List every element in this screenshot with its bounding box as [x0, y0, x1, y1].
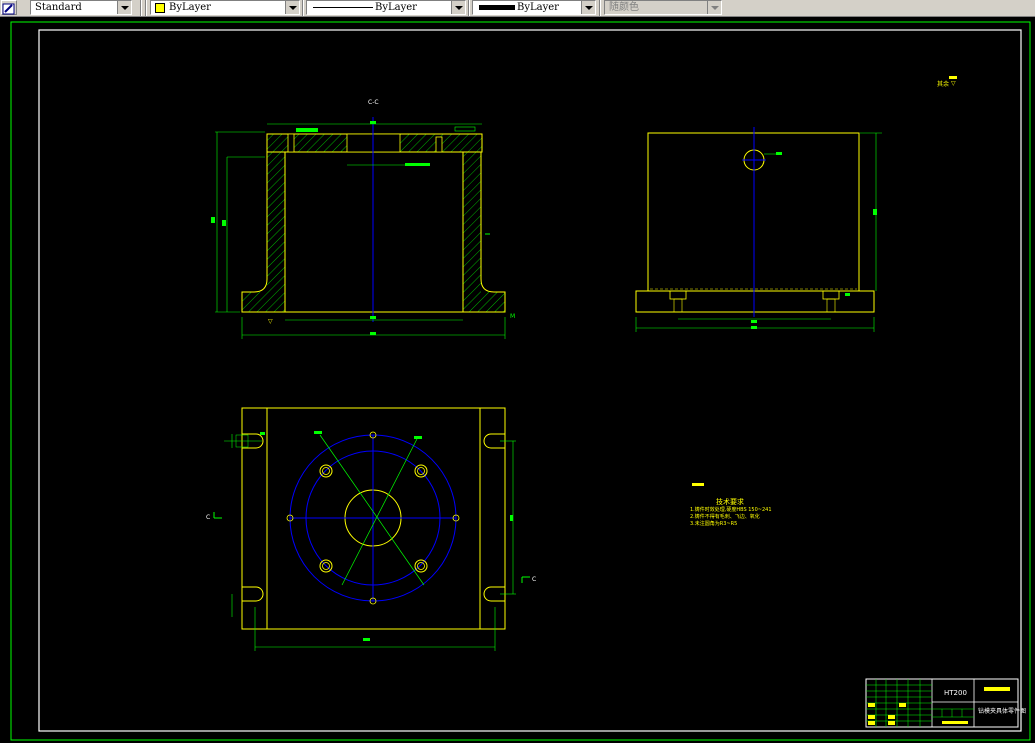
- chevron-down-icon[interactable]: [581, 1, 595, 14]
- text-style-select[interactable]: Standard: [30, 0, 132, 15]
- inner-frame: [38, 29, 1022, 732]
- title-block-part-name: 钻模夹具体零件图: [978, 708, 1027, 715]
- toolbar-separator: [140, 0, 142, 16]
- toolbar-separator: [468, 0, 470, 16]
- roughness-label: 其余: [937, 81, 950, 88]
- front-section-view: M ▽: [211, 117, 515, 339]
- technical-requirements-title: 技术要求: [716, 498, 744, 506]
- properties-toolbar: Standard ByLayer ByLayer ByLayer 随颜色: [0, 0, 1035, 17]
- plot-style-select[interactable]: 随颜色: [604, 0, 722, 15]
- lineweight-control-select[interactable]: ByLayer: [472, 0, 596, 15]
- outer-frame: [10, 21, 1031, 741]
- plot-style-value: 随颜色: [609, 2, 639, 13]
- chevron-down-icon[interactable]: [707, 1, 721, 14]
- color-control-value: ByLayer: [169, 2, 211, 13]
- drawing-svg[interactable]: M ▽: [0, 17, 1035, 743]
- toolbar-separator: [302, 0, 304, 16]
- technical-requirement-item: 3.未注圆角为R3~R5: [690, 521, 738, 527]
- text-style-icon[interactable]: [1, 0, 17, 15]
- layer-color-swatch: [155, 3, 165, 13]
- drawing-canvas[interactable]: M ▽ C-C 其余 ▽ C C 技术要求 1.铸件时效处理,硬度HBS 150…: [0, 17, 1035, 743]
- chevron-down-icon[interactable]: [285, 1, 299, 14]
- lineweight-sample: [479, 5, 515, 10]
- plan-view: [213, 407, 530, 651]
- toolbar-separator: [145, 0, 147, 16]
- linetype-control-select[interactable]: ByLayer: [306, 0, 466, 15]
- roughness-icon: ▽: [951, 80, 956, 87]
- text-style-value: Standard: [35, 2, 82, 13]
- linetype-control-value: ByLayer: [375, 2, 417, 13]
- toolbar-separator: [599, 0, 601, 16]
- notes-marker: [692, 483, 704, 486]
- roughness-value: [949, 76, 957, 79]
- technical-requirement-item: 2.铸件不得有毛刺、飞边、氧化: [690, 514, 760, 520]
- linetype-sample: [313, 7, 373, 8]
- side-view: [635, 127, 882, 332]
- chevron-down-icon[interactable]: [117, 1, 131, 14]
- chevron-down-icon[interactable]: [451, 1, 465, 14]
- section-mark-left: C: [206, 514, 211, 521]
- svg-text:▽: ▽: [268, 318, 273, 325]
- section-label: C-C: [368, 99, 379, 106]
- section-mark-right: C: [532, 576, 537, 583]
- title-block-material: HT200: [944, 689, 967, 697]
- title-block: [865, 678, 1019, 728]
- svg-text:M: M: [510, 313, 515, 320]
- lineweight-control-value: ByLayer: [517, 2, 559, 13]
- technical-requirement-item: 1.铸件时效处理,硬度HBS 150~241: [690, 507, 772, 513]
- color-control-select[interactable]: ByLayer: [150, 0, 300, 15]
